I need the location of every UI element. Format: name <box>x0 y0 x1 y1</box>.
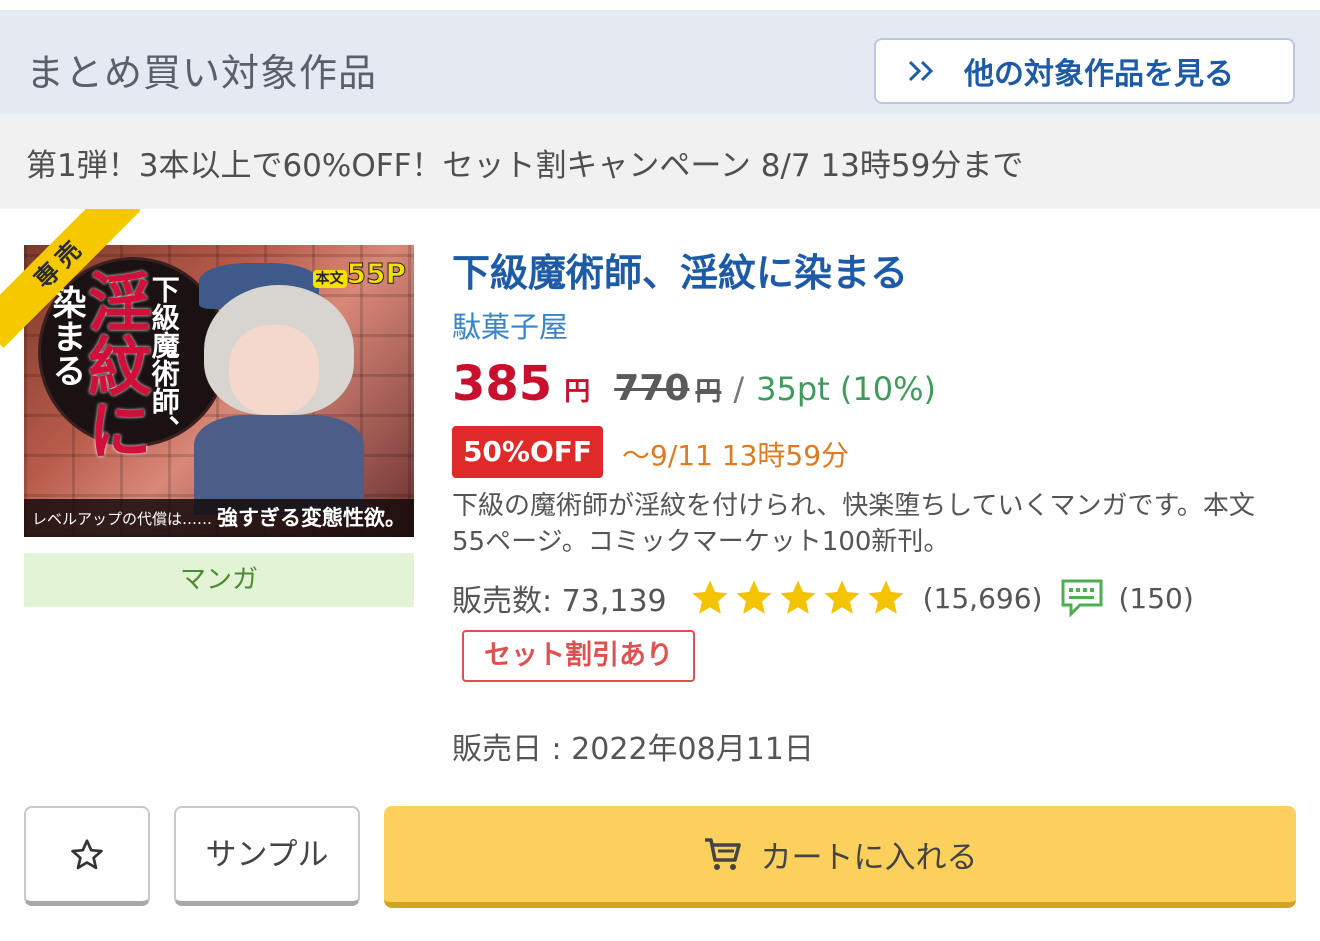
add-to-cart-button[interactable]: カートに入れる <box>384 806 1296 908</box>
sale-price: 385 <box>452 356 553 412</box>
thumbnail-tagline-left: レベルアップの代償は…… <box>32 510 213 528</box>
star-icon <box>736 580 772 614</box>
star-icon <box>692 580 728 614</box>
section-title: まとめ買い対象作品 <box>26 51 378 95</box>
thumbnail-pages-small: 本文 <box>312 270 347 288</box>
thumbnail-page-count: 本文 55P <box>312 257 406 291</box>
review-count[interactable]: (150) <box>1118 582 1193 615</box>
exclusive-ribbon: 専売 <box>0 209 140 349</box>
sales-count: 販売数: 73,139 <box>452 584 667 619</box>
product-description: 下級の魔術師が淫紋を付けられ、快楽堕ちしていくマンガです。本文55ページ。コミッ… <box>452 491 1255 557</box>
character-face <box>229 325 319 415</box>
rating-stars <box>689 577 909 619</box>
star-icon <box>824 580 860 614</box>
rating-count: (15,696) <box>922 581 1043 615</box>
thumbnail-tagline-right: 強すぎる変態性欲。 <box>217 506 406 530</box>
sample-button[interactable]: サンプル <box>174 806 360 906</box>
star-icon <box>780 580 816 614</box>
campaign-text: 第1弾！3本以上で60%OFF！セット割キャンペーン 8/7 13時59分まで <box>26 148 1024 184</box>
see-more-button[interactable]: 他の対象作品を見る <box>874 38 1295 104</box>
original-price-unit: 円 <box>695 377 722 407</box>
comment-icon[interactable] <box>1060 578 1104 618</box>
add-to-cart-label: カートに入れる <box>760 839 978 876</box>
see-more-label: 他の対象作品を見る <box>964 57 1234 92</box>
price-separator: / <box>733 370 745 408</box>
cart-icon <box>704 838 741 870</box>
thumbnail-vertical-title: 下級魔術師、 <box>147 275 181 443</box>
original-price: 770 <box>614 368 690 409</box>
favorite-button[interactable] <box>24 806 150 906</box>
set-discount-badge: セット割引あり <box>462 630 695 682</box>
discount-deadline: 〜9/11 13時59分 <box>622 439 850 472</box>
release-date: 販売日 : 2022年08月11日 <box>452 732 814 767</box>
product-card-page: まとめ買い対象作品 他の対象作品を見る 第1弾！3本以上で60%OFF！セット割… <box>0 0 1320 941</box>
star-icon <box>868 580 904 614</box>
campaign-banner: 第1弾！3本以上で60%OFF！セット割キャンペーン 8/7 13時59分まで <box>0 114 1320 209</box>
genre-label: マンガ <box>24 553 414 607</box>
stats-row: 販売数: 73,139 (15,696) (150) <box>452 574 1194 622</box>
sale-price-unit: 円 <box>564 377 591 407</box>
product-title-link[interactable]: 下級魔術師、淫紋に染まる <box>452 242 908 297</box>
section-header: まとめ買い対象作品 他の対象作品を見る <box>0 10 1320 114</box>
thumbnail-pages: 55P <box>346 257 406 291</box>
price-row: 385 円 770 円 / 35pt (10%) <box>452 356 936 416</box>
exclusive-ribbon-label: 専売 <box>0 209 140 348</box>
discount-badge: 50%OFF <box>452 426 603 478</box>
points-value: 35pt (10%) <box>756 370 937 408</box>
star-outline-icon <box>71 838 103 869</box>
circle-name-link[interactable]: 駄菓子屋 <box>452 304 568 346</box>
double-chevron-right-icon <box>908 60 934 82</box>
